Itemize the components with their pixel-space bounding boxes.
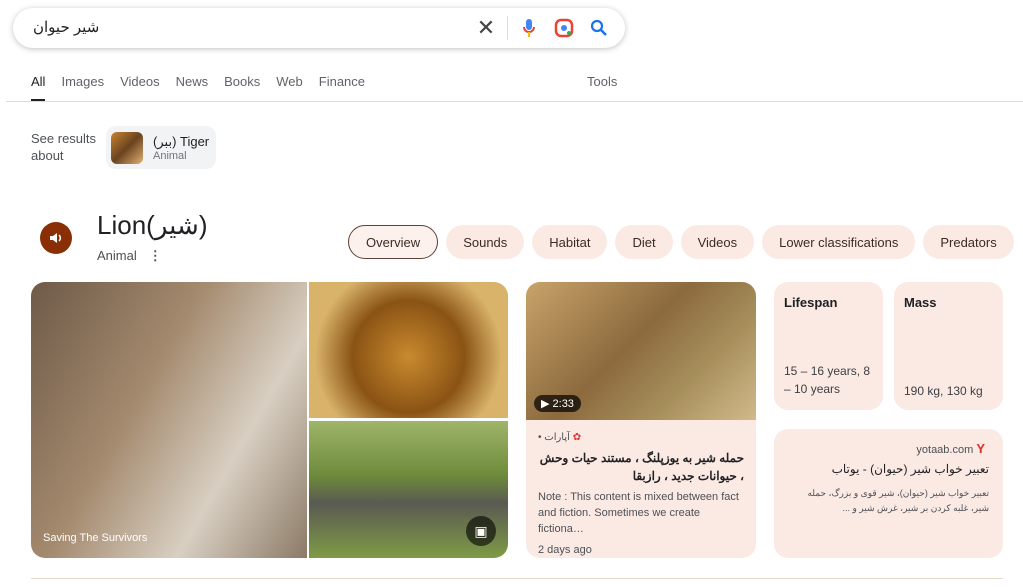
lion-image-main[interactable]: Saving The Survivors <box>31 282 307 558</box>
tab-news[interactable]: News <box>176 74 209 102</box>
tab-books[interactable]: Books <box>224 74 260 102</box>
video-description: Note : This content is mixed between fac… <box>538 491 739 535</box>
fact-value: 190 kg, 130 kg <box>904 384 983 398</box>
fact-value: 15 – 16 years, 8 – 10 years <box>784 364 871 396</box>
chip-videos[interactable]: Videos <box>680 225 755 259</box>
image-caption: Saving The Survivors <box>43 532 148 544</box>
search-box[interactable]: شیر حیوان ✕ <box>13 8 625 48</box>
chip-diet[interactable]: Diet <box>615 225 673 259</box>
web-result-card[interactable]: yotaab.com Y تعبیر خواب شیر (حیوان) - یو… <box>774 429 1003 558</box>
aparat-icon: ✿ <box>572 432 582 443</box>
lion-image-face[interactable] <box>309 282 508 418</box>
more-options-icon[interactable]: ⋮ <box>149 248 162 263</box>
tab-all[interactable]: All <box>31 74 46 102</box>
tiger-thumbnail <box>111 131 143 164</box>
tiger-chip[interactable]: (ببر) Tiger Animal <box>106 126 216 169</box>
site-favicon: Y <box>976 441 985 456</box>
chip-overview[interactable]: Overview <box>348 225 439 259</box>
chip-habitat[interactable]: Habitat <box>532 225 608 259</box>
divider <box>507 16 508 40</box>
video-source: ✿ آپارات • <box>538 432 582 443</box>
lens-icon[interactable] <box>552 16 576 40</box>
mic-icon[interactable] <box>517 16 541 40</box>
video-duration: ▶ 2:33 <box>534 395 581 412</box>
see-results-label: See results about <box>31 131 97 163</box>
entity-type: Animal <box>97 248 137 263</box>
video-thumbnail[interactable]: ▶ 2:33 <box>526 282 756 420</box>
entity-title: Lion(شیر) <box>97 210 208 240</box>
chip-subtitle: Animal <box>153 149 187 162</box>
search-icon[interactable] <box>587 16 611 40</box>
fact-label: Mass <box>904 295 937 310</box>
search-input[interactable]: شیر حیوان <box>33 18 99 36</box>
tab-videos[interactable]: Videos <box>120 74 160 102</box>
video-title[interactable]: حمله شیر به یوزپلنگ ، مستند حیات وحش ، ح… <box>538 449 744 485</box>
tools-button[interactable]: Tools <box>587 74 617 89</box>
tab-web[interactable]: Web <box>276 74 303 102</box>
fact-mass[interactable]: Mass 190 kg, 130 kg <box>894 282 1003 410</box>
lion-image-rhino[interactable]: ▣ <box>309 421 508 558</box>
topic-chips: Overview Sounds Habitat Diet Videos Lowe… <box>348 225 1014 259</box>
chip-sounds[interactable]: Sounds <box>446 225 525 259</box>
fact-label: Lifespan <box>784 295 838 310</box>
fact-lifespan[interactable]: Lifespan 15 – 16 years, 8 – 10 years <box>774 282 883 410</box>
entity-subtitle: Animal ⋮ <box>97 248 162 264</box>
web-result-snippet: تعبیر خواب شیر (حیوان)، شیر قوی و بزرگ، … <box>807 488 989 513</box>
speaker-icon[interactable] <box>40 222 72 254</box>
video-card[interactable]: ▶ 2:33 ✿ آپارات • حمله شیر به یوزپلنگ ، … <box>526 282 756 558</box>
chip-lower-classifications[interactable]: Lower classifications <box>762 225 916 259</box>
web-result-site: yotaab.com Y <box>916 441 985 456</box>
web-result-title[interactable]: تعبیر خواب شیر (حیوان) - یوتاب <box>788 462 989 476</box>
tab-images[interactable]: Images <box>61 74 104 102</box>
tab-finance[interactable]: Finance <box>319 74 365 102</box>
image-gallery-icon[interactable]: ▣ <box>466 516 496 546</box>
divider <box>6 101 1023 102</box>
chip-predators[interactable]: Predators <box>923 225 1014 259</box>
video-age: 2 days ago <box>538 544 592 556</box>
clear-icon[interactable]: ✕ <box>474 15 498 40</box>
search-tabs: All Images Videos News Books Web Finance <box>31 74 381 102</box>
divider <box>31 578 1003 579</box>
chip-title: (ببر) Tiger <box>153 133 210 149</box>
